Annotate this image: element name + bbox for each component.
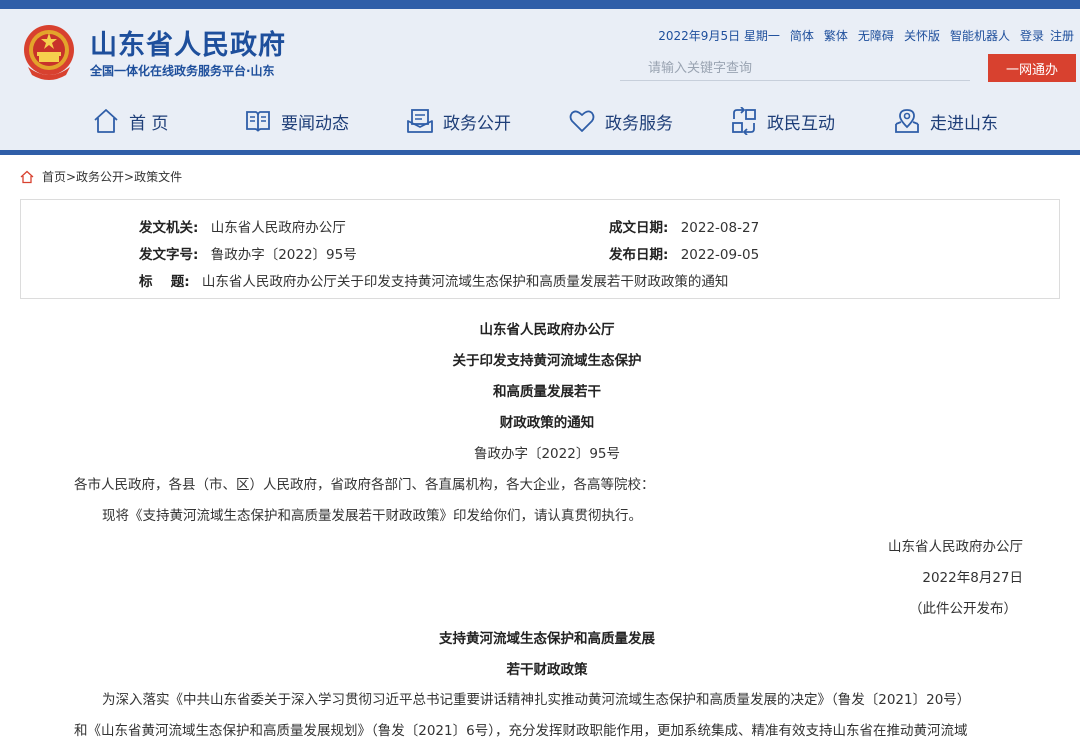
- nav-item-open-gov[interactable]: 政务公开: [406, 107, 511, 135]
- doc-sign-date: 2022年8月27日: [922, 570, 1023, 586]
- meta-published: 发布日期: 2022-09-05: [609, 243, 759, 263]
- utility-links: 2022年9月5日 星期一 简体 繁体 无障碍 关怀版 智能机器人 登录 注册: [658, 27, 1074, 44]
- care-mode-link[interactable]: 关怀版: [904, 27, 940, 44]
- meta-docno-label: 发文字号:: [139, 247, 199, 263]
- top-accent-bar: [0, 0, 1080, 9]
- nav-label-about: 走进山东: [930, 113, 998, 134]
- site-header: 山东省人民政府 全国一体化在线政务服务平台·山东 2022年9月5日 星期一 简…: [0, 9, 1080, 93]
- policy-paragraph-line-1: 为深入落实《中共山东省委关于深入学习贯彻习近平总书记重要讲话精神扎实推动黄河流域…: [102, 692, 971, 708]
- meta-title: 标 题: 山东省人民政府办公厅关于印发支持黄河流域生态保护和高质量发展若干财政政…: [139, 270, 728, 290]
- policy-paragraph-line-2: 和《山东省黄河流域生态保护和高质量发展规划》（鲁发〔2021〕6号），充分发挥财…: [74, 723, 968, 739]
- robot-link[interactable]: 智能机器人: [950, 27, 1010, 44]
- doc-sign-org: 山东省人民政府办公厅: [888, 539, 1023, 555]
- nav-item-about[interactable]: 走进山东: [893, 107, 998, 135]
- meta-issuer-value: 山东省人民政府办公厅: [210, 220, 346, 236]
- meta-created: 成文日期: 2022-08-27: [609, 216, 759, 236]
- home-icon: [94, 109, 118, 133]
- traditional-link[interactable]: 繁体: [824, 27, 848, 44]
- login-link[interactable]: 登录: [1020, 27, 1044, 44]
- simplified-link[interactable]: 简体: [790, 27, 814, 44]
- doc-title-line-4: 财政政策的通知: [499, 415, 595, 431]
- search-box: [620, 57, 970, 81]
- doc-sign-note: （此件公开发布）: [909, 601, 1017, 617]
- doc-title-line-1: 山东省人民政府办公厅: [479, 322, 615, 338]
- nav-divider: [0, 150, 1080, 155]
- exchange-icon: [732, 107, 756, 135]
- nav-item-interaction[interactable]: 政民互动: [730, 107, 835, 135]
- meta-issuer-label: 发文机关:: [139, 220, 199, 236]
- doc-number: 鲁政办字〔2022〕95号: [473, 446, 621, 462]
- meta-issuer: 发文机关: 山东省人民政府办公厅: [139, 216, 346, 236]
- policy-title-line-2: 若干财政政策: [506, 662, 588, 678]
- nav-label-services: 政务服务: [605, 113, 673, 134]
- meta-docno: 发文字号: 鲁政办字〔2022〕95号: [139, 243, 357, 263]
- nav-label-home: 首 页: [129, 113, 169, 134]
- doc-title-line-2: 关于印发支持黄河流域生态保护: [452, 353, 642, 369]
- meta-title-label: 标 题:: [139, 274, 190, 290]
- breadcrumb-path[interactable]: 首页>政务公开>政策文件: [42, 168, 182, 185]
- site-title[interactable]: 山东省人民政府: [90, 23, 286, 62]
- register-link[interactable]: 注册: [1050, 27, 1074, 44]
- doc-addressee: 各市人民政府，各县（市、区）人民政府，省政府各部门、各直属机构，各大企业，各高等…: [74, 477, 655, 493]
- meta-published-label: 发布日期:: [609, 247, 669, 263]
- nav-label-open-gov: 政务公开: [443, 113, 511, 134]
- policy-title-line-1: 支持黄河流域生态保护和高质量发展: [439, 631, 655, 647]
- heart-icon: [569, 110, 595, 132]
- book-icon: [246, 111, 270, 132]
- doc-paragraph-notice: 现将《支持黄河流域生态保护和高质量发展若干财政政策》印发给你们，请认真贯彻执行。: [102, 508, 642, 524]
- breadcrumb: 首页>政务公开>政策文件: [20, 168, 182, 185]
- doc-title-line-3: 和高质量发展若干: [493, 384, 601, 400]
- yiwang-tongban-button[interactable]: 一网通办: [988, 54, 1076, 82]
- nav-label-news: 要闻动态: [281, 113, 349, 134]
- nav-label-interaction: 政民互动: [767, 113, 835, 134]
- meta-title-value: 山东省人民政府办公厅关于印发支持黄河流域生态保护和高质量发展若干财政政策的通知: [201, 274, 729, 290]
- map-pin-icon: [895, 109, 919, 133]
- main-nav: 首 页 要闻动态 政务公开 政务服务 政民互动 走进山东: [0, 93, 1080, 150]
- national-emblem-icon[interactable]: [22, 23, 76, 83]
- meta-created-label: 成文日期:: [609, 220, 669, 236]
- meta-docno-value: 鲁政办字〔2022〕95号: [210, 247, 357, 263]
- current-date: 2022年9月5日 星期一: [658, 29, 780, 43]
- nav-item-services[interactable]: 政务服务: [568, 107, 673, 135]
- document-open-icon: [407, 109, 433, 133]
- document-meta-box: 发文机关: 山东省人民政府办公厅 发文字号: 鲁政办字〔2022〕95号 标 题…: [20, 199, 1060, 299]
- nav-item-home[interactable]: 首 页: [92, 107, 168, 135]
- meta-published-value: 2022-09-05: [680, 247, 760, 263]
- nav-item-news[interactable]: 要闻动态: [244, 107, 349, 135]
- search-input[interactable]: [620, 57, 970, 80]
- home-icon[interactable]: [20, 170, 34, 184]
- accessibility-link[interactable]: 无障碍: [858, 27, 894, 44]
- meta-created-value: 2022-08-27: [680, 220, 760, 236]
- site-subtitle: 全国一体化在线政务服务平台·山东: [90, 64, 275, 78]
